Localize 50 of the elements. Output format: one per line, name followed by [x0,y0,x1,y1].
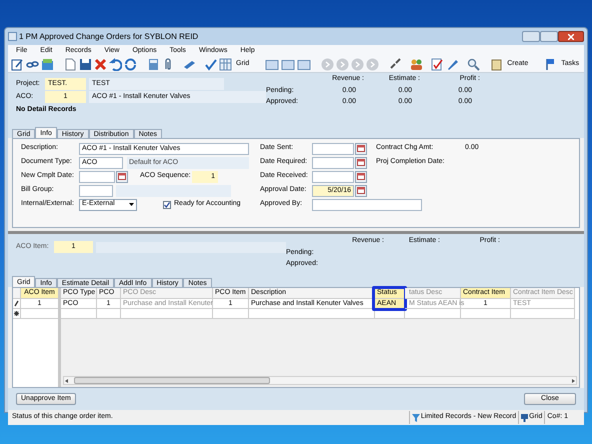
calendar-button[interactable] [355,156,367,168]
layout-icon[interactable] [297,58,312,71]
caret-icon [129,203,134,206]
calendar-icon [357,159,365,166]
people-icon[interactable] [410,58,424,71]
spellcheck-icon[interactable] [204,58,217,71]
close-button[interactable] [558,31,584,42]
approved-by-field[interactable] [312,198,422,210]
delete-icon[interactable] [94,58,107,71]
calendar-icon [357,145,365,152]
calendar-icon [118,173,126,180]
database-icon[interactable] [41,58,54,71]
monitor-icon [521,414,528,422]
scrollbar-thumb[interactable] [74,377,270,384]
grid-corner-cell[interactable] [13,288,21,299]
check-icon [164,202,170,208]
app-icon [8,32,17,41]
row-selector[interactable] [13,309,21,319]
search-icon[interactable] [467,58,480,71]
minimize-button[interactable] [522,31,540,42]
undo-icon[interactable] [109,58,122,71]
clipboard-icon[interactable] [490,58,504,71]
scroll-right-icon[interactable] [570,378,576,384]
calendar-button[interactable] [116,170,128,182]
form-edit-icon[interactable] [11,58,24,71]
calculator-icon[interactable] [147,58,160,71]
date-field[interactable] [312,156,354,168]
save-icon[interactable] [79,58,92,71]
date-field[interactable] [79,170,115,182]
calendar-button[interactable] [355,184,367,196]
calendar-icon [357,173,365,180]
calendar-icon [357,187,365,194]
checklist-icon[interactable] [431,58,444,71]
grid-icon[interactable] [219,58,232,71]
row-selector[interactable] [13,299,21,309]
date-field[interactable] [312,170,354,182]
bill-group-field[interactable] [79,184,113,196]
checkbox[interactable] [163,200,171,208]
scroll-left-icon[interactable] [64,378,70,384]
maximize-button[interactable] [540,31,558,42]
date-field[interactable] [312,142,354,154]
horizontal-scrollbar[interactable] [63,376,577,385]
window-title: 1 PM Approved Change Orders for SYBLON REID [19,30,198,42]
close-icon [568,34,574,40]
calendar-button[interactable] [355,170,367,182]
layout-icon[interactable] [265,58,280,71]
pencil-icon [14,300,19,307]
layout-icon[interactable] [281,58,296,71]
calendar-button[interactable] [355,142,367,154]
asterisk-icon [14,311,19,316]
